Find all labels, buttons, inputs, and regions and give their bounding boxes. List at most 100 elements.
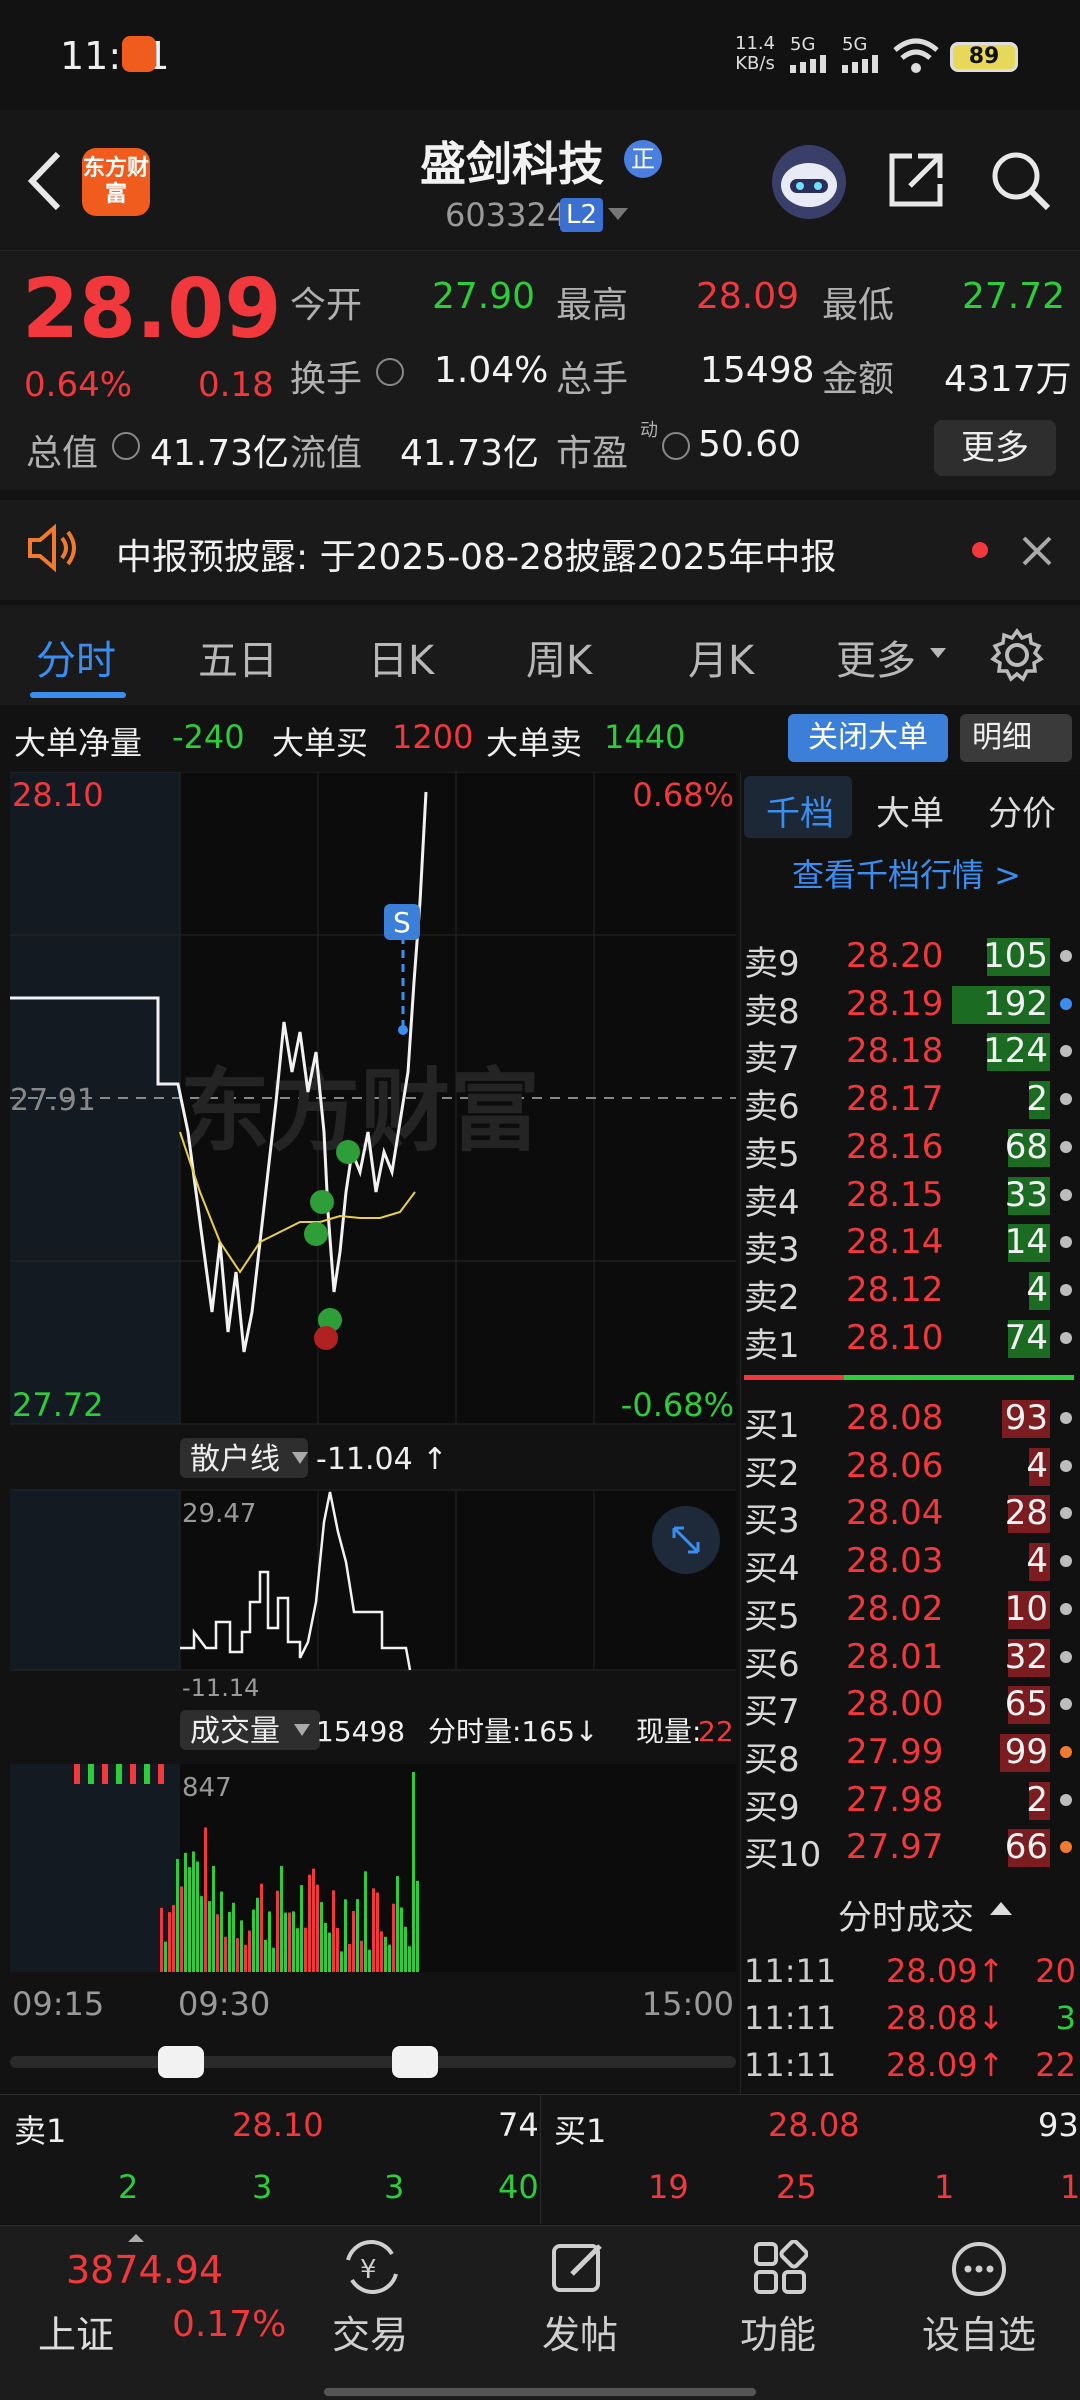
ask-row[interactable]: 卖2 28.12 4 (740, 1266, 1080, 1318)
bid-quantity: 4 (1026, 1445, 1048, 1486)
bid-row[interactable]: 买5 28.02 10 (740, 1585, 1080, 1637)
close-icon[interactable] (1020, 534, 1054, 568)
bid-row[interactable]: 买8 27.99 99 (740, 1728, 1080, 1780)
bid-dot (1060, 1459, 1072, 1472)
net-speed-unit: KB/s (735, 53, 775, 74)
signal-dot (304, 1222, 328, 1246)
bid-quantity: 2 (1026, 1779, 1048, 1820)
search-icon[interactable] (990, 150, 1052, 212)
bid-row[interactable]: 买6 28.01 32 (740, 1633, 1080, 1685)
ask-row[interactable]: 卖4 28.15 33 (740, 1171, 1080, 1223)
status-bar: 11:11 11.4 KB/s 5G 5G 89 (0, 0, 1080, 110)
volume-bar (248, 1930, 251, 1972)
post-icon[interactable] (550, 2240, 608, 2294)
ask-row[interactable]: 卖6 28.17 2 (740, 1075, 1080, 1127)
tab-more[interactable]: 更多 (836, 628, 916, 686)
chevron-down-icon-2[interactable] (930, 648, 946, 658)
function-icon[interactable] (752, 2239, 809, 2296)
bid-row[interactable]: 买4 28.03 4 (740, 1537, 1080, 1589)
ask-level-label: 卖6 (744, 1087, 800, 1128)
buy-queue-item: 1 (934, 2168, 955, 2206)
index-value[interactable]: 3874.94 (66, 2248, 223, 2292)
bid-row[interactable]: 买7 28.00 65 (740, 1680, 1080, 1732)
tab-intraday[interactable]: 分时 (36, 628, 116, 686)
volume-bar (404, 1926, 407, 1972)
bid-row[interactable]: 买1 28.08 93 (740, 1394, 1080, 1446)
close-big-order-button[interactable]: 关闭大单 (788, 714, 948, 762)
ask-row[interactable]: 卖7 28.18 124 (740, 1027, 1080, 1079)
trade-time: 11:11 (744, 1952, 837, 1990)
tab-monthly-k[interactable]: 月K (688, 628, 754, 686)
brand-logo[interactable]: 东方财富 (82, 148, 150, 216)
nav-function[interactable]: 功能 (740, 2304, 816, 2359)
view-depth-link[interactable]: 查看千档行情 > (792, 850, 1021, 896)
ask-row[interactable]: 卖8 28.19 192 (740, 980, 1080, 1032)
ask-price: 28.19 (846, 983, 944, 1024)
nav-watchlist[interactable]: 设自选 (922, 2304, 1036, 2359)
chevron-up-icon[interactable] (990, 1902, 1012, 1915)
info-icon-2[interactable] (112, 432, 140, 460)
orderbook-tab-depth[interactable]: 千档 (766, 786, 834, 835)
more-button[interactable]: 更多 (934, 420, 1056, 476)
volume-label: 总手 (556, 359, 629, 400)
volume-bar (396, 1876, 399, 1972)
volume-bar (102, 1764, 108, 1784)
current-volume-value: 22 (698, 1715, 734, 1748)
stock-code: 603324 (445, 196, 568, 234)
volume-bar (208, 1901, 211, 1972)
verified-badge: 正 (624, 140, 662, 178)
bid-row[interactable]: 买2 28.06 4 (740, 1442, 1080, 1494)
volume-value: 15498 (316, 1715, 405, 1748)
detail-button[interactable]: 明细 (960, 714, 1072, 762)
ask-row[interactable]: 卖5 28.16 68 (740, 1123, 1080, 1175)
big-sell-label: 大单卖 (486, 724, 583, 762)
tab-five-day[interactable]: 五日 (198, 628, 278, 686)
volume-bar (292, 1911, 295, 1972)
bid-dot (1060, 1650, 1072, 1663)
nav-trade[interactable]: 交易 (332, 2304, 408, 2359)
orderbook-tab-price[interactable]: 分价 (988, 786, 1056, 835)
nav-post[interactable]: 发帖 (542, 2304, 618, 2359)
volume-bar (260, 1883, 263, 1972)
trade-icon[interactable]: ¥ (342, 2240, 402, 2294)
bid-row[interactable]: 买10 27.97 66 (740, 1823, 1080, 1875)
retail-min-label: -11.14 (182, 1674, 259, 1702)
ask-row[interactable]: 卖3 28.14 14 (740, 1218, 1080, 1270)
volume-bar (300, 1885, 303, 1972)
back-icon[interactable] (24, 148, 64, 214)
bid-row[interactable]: 买3 28.04 28 (740, 1489, 1080, 1541)
ask-price: 28.20 (846, 936, 944, 976)
volume-bar (288, 1912, 291, 1972)
bid-dot (1060, 1507, 1072, 1520)
l2-badge[interactable]: L2 (560, 198, 604, 232)
trades-title[interactable]: 分时成交 (838, 1890, 974, 1939)
index-change[interactable]: 0.17% (172, 2304, 286, 2345)
intraday-chart[interactable]: 东方财富 S 28.10 27.91 27.72 0.68% -0.68% 散户… (10, 772, 736, 2092)
bid-row[interactable]: 买9 27.98 2 (740, 1776, 1080, 1828)
info-icon[interactable] (376, 358, 404, 386)
strip-sell-price: 28.10 (232, 2106, 324, 2144)
ask-quantity: 68 (1004, 1126, 1048, 1167)
ask-price: 28.18 (846, 1031, 944, 1072)
volume-bar (356, 1899, 359, 1972)
bid-level-label: 买1 (744, 1406, 800, 1446)
ask-row[interactable]: 卖1 28.10 74 (740, 1314, 1080, 1366)
chevron-down-icon[interactable] (608, 208, 628, 220)
index-name[interactable]: 上证 (38, 2304, 114, 2359)
ask-level-label: 卖4 (744, 1182, 800, 1223)
info-icon-3[interactable] (662, 432, 690, 460)
volume-bar (240, 1920, 243, 1972)
change-value: 0.18 (198, 365, 274, 405)
watchlist-icon[interactable] (950, 2240, 1008, 2298)
share-icon[interactable] (886, 150, 946, 210)
chevron-up-icon-2[interactable] (128, 2234, 144, 2242)
tab-daily-k[interactable]: 日K (368, 628, 434, 686)
bid-dot (1060, 1602, 1072, 1615)
volume-bar (392, 1903, 395, 1972)
gear-icon[interactable] (990, 627, 1044, 682)
time-start-label: 09:15 (12, 1985, 104, 2023)
robot-assistant-icon[interactable] (772, 145, 846, 219)
orderbook-tab-big[interactable]: 大单 (876, 786, 944, 835)
ask-row[interactable]: 卖9 28.20 105 (740, 932, 1080, 984)
tab-weekly-k[interactable]: 周K (526, 628, 592, 686)
